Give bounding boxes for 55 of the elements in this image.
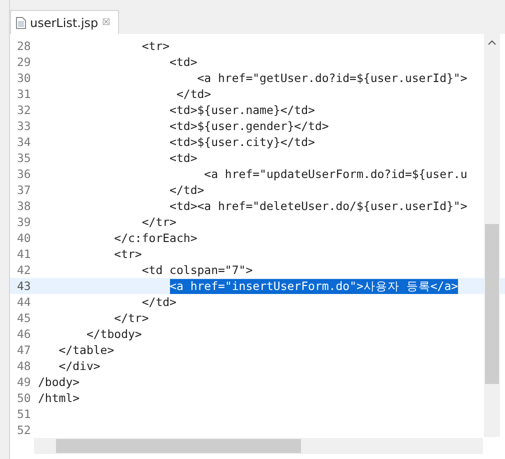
- line-number: 48: [16, 359, 32, 373]
- code-line: <td>${user.city}</td>: [168, 135, 315, 149]
- editor-tab[interactable]: userList.jsp ☒: [10, 10, 120, 34]
- code-line: </td>: [168, 183, 204, 197]
- line-number: 50: [16, 391, 32, 405]
- line-number: 32: [16, 103, 32, 117]
- code-line: /body>: [38, 375, 80, 389]
- code-line: <td>: [168, 55, 198, 69]
- line-number: 35: [16, 151, 32, 165]
- code-line: </c:forEach>: [113, 231, 198, 245]
- line-number: 51: [16, 407, 32, 421]
- line-number: 31: [16, 87, 32, 101]
- code-line: <td>: [168, 151, 198, 165]
- code-line: <a href="getUser.do?id=${user.userId}">: [196, 71, 468, 85]
- line-number: 47: [16, 343, 32, 357]
- code-line: /html>: [38, 391, 80, 405]
- selected-code: <a href="insertUserForm.do">사용자 등록</a>: [170, 278, 458, 294]
- code-line: <tr>: [140, 39, 170, 53]
- file-icon: [16, 16, 26, 28]
- code-line: <a href="updateUserForm.do?id=${user.u: [203, 167, 468, 181]
- scroll-up-icon[interactable]: [488, 40, 496, 45]
- line-number: 40: [16, 231, 32, 245]
- line-number: 38: [16, 199, 32, 213]
- code-line: <td>${user.gender}</td>: [168, 119, 329, 133]
- code-line: </tr>: [140, 215, 176, 229]
- line-number: 49: [16, 375, 32, 389]
- line-number: 28: [16, 39, 32, 53]
- line-number: 42: [16, 263, 32, 277]
- line-number: 43: [16, 279, 32, 293]
- code-line: </td>: [175, 87, 212, 101]
- line-number: 33: [16, 119, 32, 133]
- code-line: </div>: [58, 359, 100, 373]
- code-line: <td><a href="deleteUser.do/${user.userId}">: [168, 199, 468, 213]
- line-number: 52: [16, 423, 32, 437]
- vertical-scrollbar[interactable]: [484, 34, 500, 437]
- code-line: </tr>: [113, 311, 149, 325]
- line-number: 37: [16, 183, 32, 197]
- code-line: <td>${user.name}</td>: [168, 103, 315, 117]
- line-number: 45: [16, 311, 32, 325]
- line-number: 30: [16, 71, 32, 85]
- line-number: 46: [16, 327, 32, 341]
- tab-label: userList.jsp: [30, 16, 98, 30]
- horizontal-scrollbar[interactable]: [34, 438, 483, 454]
- code-line: </tbody>: [85, 327, 142, 341]
- code-line: <td colspan="7">: [140, 263, 253, 277]
- line-number: 29: [16, 55, 32, 69]
- line-number: 44: [16, 295, 32, 309]
- close-button[interactable]: ☒: [102, 18, 110, 28]
- code-line: <tr>: [113, 247, 142, 261]
- line-number: 34: [16, 135, 32, 149]
- line-number: 39: [16, 215, 32, 229]
- code-line: </table>: [58, 343, 114, 357]
- line-number: 36: [16, 167, 32, 181]
- code-line: </td>: [140, 295, 176, 309]
- line-number: 41: [16, 247, 32, 261]
